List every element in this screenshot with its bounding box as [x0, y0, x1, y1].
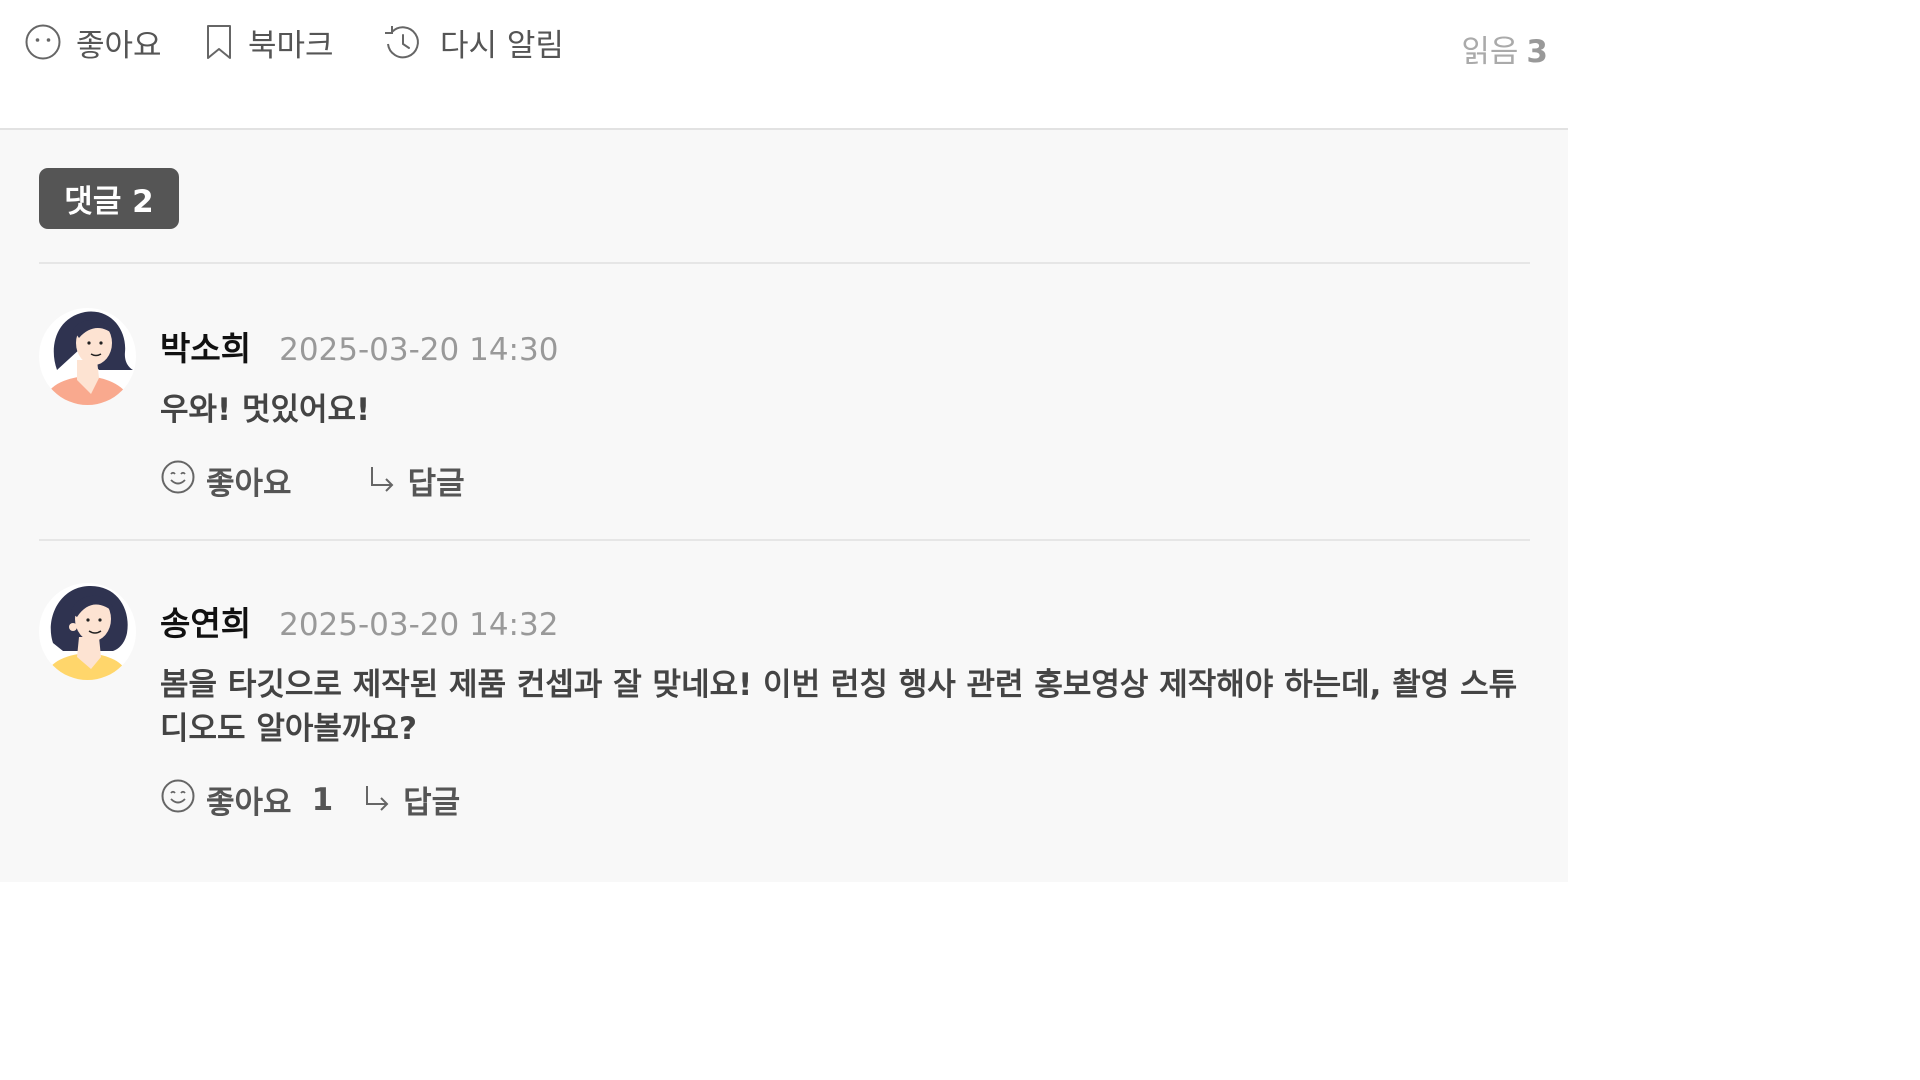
comment-reply-label: 답글 — [407, 466, 465, 502]
read-count-value: 3 — [1526, 34, 1548, 70]
comment-body: 우와! 멋있어요! — [160, 392, 371, 428]
clock-refresh-icon — [380, 22, 426, 62]
divider — [39, 262, 1530, 264]
comment-reply-label: 답글 — [403, 785, 461, 821]
smile-icon — [160, 778, 196, 822]
comments-section: 댓글 2 박소희 2025-03-20 14:30 우와! 멋있어요! 좋아요 … — [0, 130, 1568, 882]
comment-author[interactable]: 박소희 — [160, 322, 251, 370]
bookmark-label: 북마크 — [248, 27, 334, 64]
smiley-icon — [24, 23, 62, 61]
reply-arrow-icon — [361, 778, 393, 822]
comment-like-label: 좋아요 — [206, 466, 292, 502]
smile-icon — [160, 459, 196, 503]
bookmark-icon — [204, 23, 234, 61]
comment-like-label: 좋아요 — [206, 785, 292, 821]
read-count: 읽음 3 — [1461, 26, 1548, 71]
comment-count-badge: 댓글 2 — [39, 168, 179, 229]
comment-like-count: 1 — [311, 781, 334, 818]
comment-reply-button[interactable]: 답글 — [366, 458, 465, 503]
avatar — [39, 308, 136, 405]
comment-author[interactable]: 송연희 — [160, 597, 251, 645]
divider — [39, 539, 1530, 541]
avatar — [39, 583, 136, 680]
comment-timestamp: 2025-03-20 14:32 — [279, 607, 559, 643]
post-action-bar: 좋아요 북마크 다시 알림 읽음 3 — [0, 0, 1568, 130]
bookmark-button[interactable]: 북마크 — [204, 22, 334, 64]
comment-reply-button[interactable]: 답글 — [361, 777, 460, 822]
comment-like-button[interactable]: 좋아요 1 — [160, 777, 333, 822]
like-button[interactable]: 좋아요 — [24, 22, 162, 64]
comment-body: 봄을 타깃으로 제작된 제품 컨셉과 잘 맞네요! 이번 런칭 행사 관련 홍보… — [160, 667, 1518, 747]
reply-arrow-icon — [366, 459, 398, 503]
like-label: 좋아요 — [76, 27, 162, 64]
read-label: 읽음 — [1461, 34, 1519, 70]
remind-label: 다시 알림 — [440, 27, 564, 64]
comment-like-button[interactable]: 좋아요 — [160, 458, 312, 503]
remind-button[interactable]: 다시 알림 — [380, 22, 564, 64]
comment-timestamp: 2025-03-20 14:30 — [279, 332, 559, 368]
